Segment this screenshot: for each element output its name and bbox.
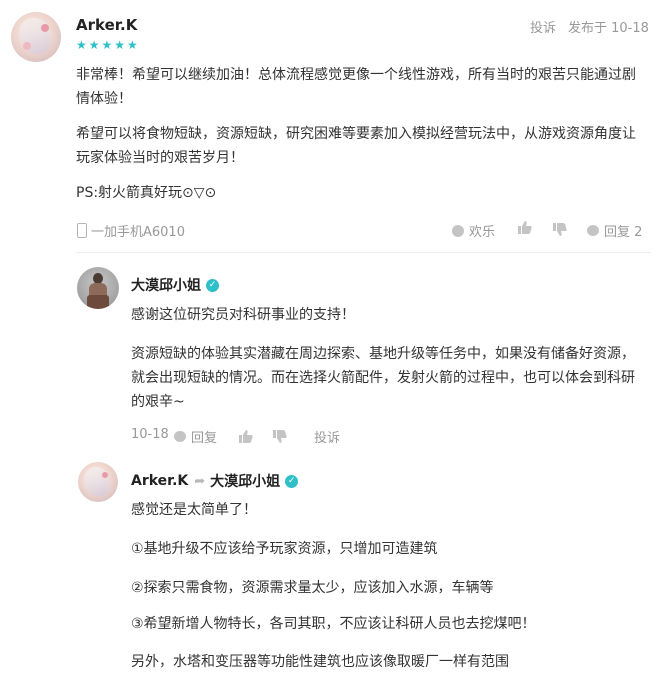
rating-stars: ★★★★★ <box>76 38 140 52</box>
developer-reply-line-1: 感谢这位研究员对科研事业的支持！ <box>131 307 355 323</box>
happy-label: 欢乐 <box>469 225 496 240</box>
comment-icon <box>587 225 599 236</box>
thumbs-down-icon[interactable] <box>553 222 567 241</box>
thumbs-up-icon[interactable] <box>518 220 532 238</box>
sub-reply-username[interactable]: Arker.K <box>131 473 188 489</box>
verified-icon: ✓ <box>285 474 299 488</box>
device-info: 一加手机A6010 <box>77 221 185 240</box>
thumbs-down-icon[interactable] <box>273 429 287 448</box>
reviewer-username[interactable]: Arker.K <box>76 16 137 34</box>
sub-reply-header: Arker.K ➦ 大漠邱小姐 ✓ <box>131 471 299 491</box>
device-name: 一加手机A6010 <box>91 225 185 240</box>
reviewer-avatar[interactable] <box>11 12 61 62</box>
thumbs-up-icon[interactable] <box>239 428 253 447</box>
verified-icon: ✓ <box>206 278 219 292</box>
sub-reply-line-1: 感觉还是太简单了！ <box>131 502 257 518</box>
happy-button[interactable]: 欢乐 <box>452 221 495 240</box>
developer-name-row: 大漠邱小姐 ✓ <box>131 275 219 295</box>
reply-label: 回复 2 <box>604 225 643 240</box>
review-date: 发布于 10-18 <box>568 21 649 36</box>
sub-reply-line-5: 另外，水塔和变压器等功能性建筑也应该像取暖厂一样有范围 <box>131 654 509 670</box>
review-paragraph-2: 希望可以将食物短缺，资源短缺，研究困难等要素加入模拟经营玩法中，从游戏资源角度让… <box>76 126 636 166</box>
developer-reply-button[interactable]: 回复 <box>174 427 217 446</box>
developer-reply-label: 回复 <box>191 431 218 446</box>
phone-icon <box>77 223 87 238</box>
sub-reply-line-3: ②探索只需食物，资源需求量太少，应该加入水源，车辆等 <box>131 580 494 596</box>
developer-avatar[interactable] <box>77 267 119 309</box>
sub-reply-avatar[interactable] <box>78 462 118 502</box>
divider <box>76 252 651 253</box>
developer-reply-paragraph: 资源短缺的体验其实潜藏在周边探索、基地升级等任务中，如果没有储备好资源， 就会出… <box>131 346 635 410</box>
developer-username[interactable]: 大漠邱小姐 <box>131 275 201 295</box>
sub-reply-line-2: ①基地升级不应该给予玩家资源，只增加可造建筑 <box>131 541 438 557</box>
report-link[interactable]: 投诉 <box>530 17 556 36</box>
developer-report-link[interactable]: 投诉 <box>314 427 340 446</box>
comment-icon <box>174 431 186 442</box>
smile-icon <box>452 224 464 237</box>
reply-arrow-icon: ➦ <box>194 473 206 489</box>
sub-reply-target[interactable]: 大漠邱小姐 <box>210 471 280 491</box>
developer-reply-date: 10-18 <box>131 427 169 442</box>
review-paragraph-1: 非常棒！希望可以继续加油！总体流程感觉更像一个线性游戏，所有当时的艰苦只能通过剧… <box>76 67 636 107</box>
review-paragraph-3: PS:射火箭真好玩⊙▽⊙ <box>76 185 217 201</box>
sub-reply-line-4: ③希望新增人物特长，各司其职，不应该让科研人员也去挖煤吧！ <box>131 616 536 632</box>
reply-button[interactable]: 回复 2 <box>587 221 642 240</box>
